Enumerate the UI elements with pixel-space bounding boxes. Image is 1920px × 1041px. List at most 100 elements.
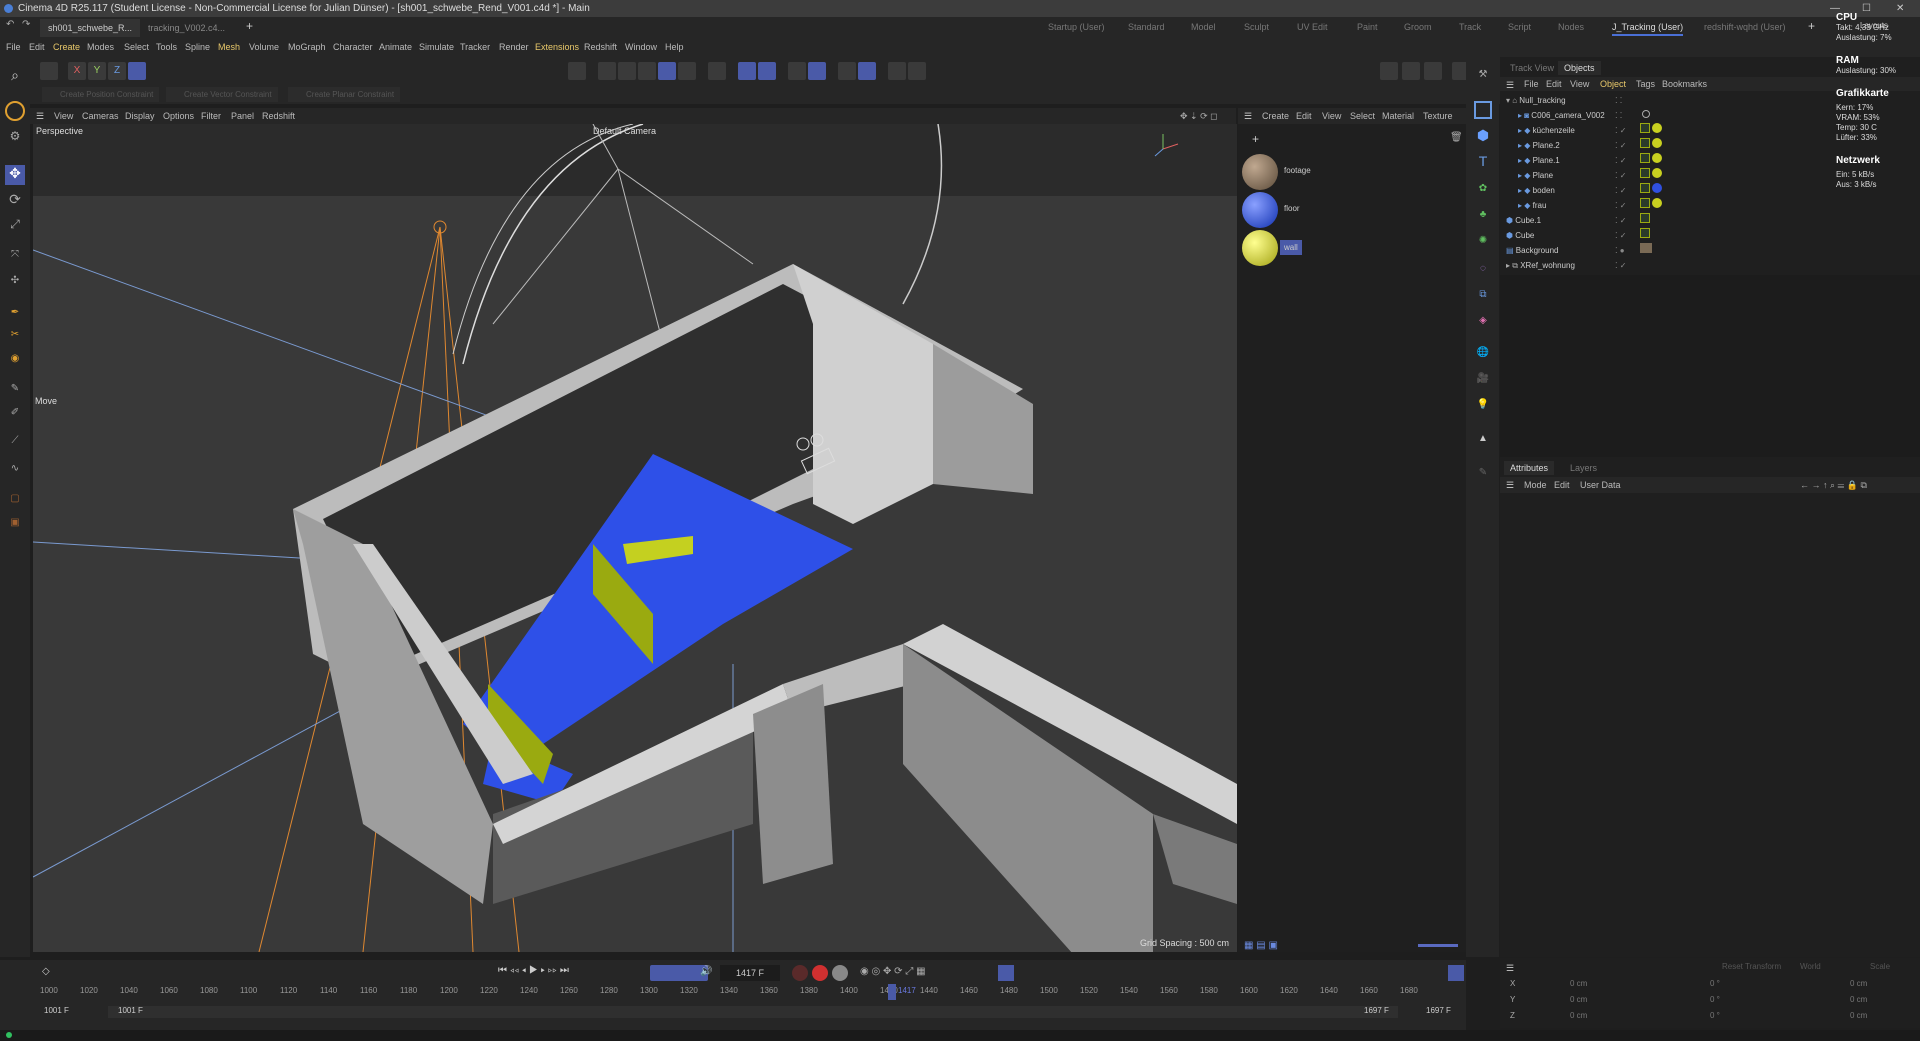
layout-sculpt[interactable]: Sculpt	[1244, 20, 1269, 34]
camera-icon[interactable]: 🎥	[1474, 373, 1492, 391]
solo-icon[interactable]	[838, 62, 856, 80]
vp-menu-view[interactable]: View	[54, 110, 73, 122]
obj-menu-file[interactable]: File	[1524, 78, 1539, 90]
menu-simulate[interactable]: Simulate	[419, 40, 454, 54]
snap-icon[interactable]	[738, 62, 756, 80]
goto-end-icon[interactable]: ⏭	[560, 965, 569, 976]
material-tag-icon[interactable]	[1652, 183, 1662, 193]
scale-field[interactable]: 0 cm	[1850, 976, 1867, 992]
menu-select[interactable]: Select	[124, 40, 149, 54]
tab-attributes[interactable]: Attributes	[1504, 461, 1555, 475]
brush-icon[interactable]: ✎	[5, 383, 25, 403]
render-settings-icon[interactable]	[1424, 62, 1442, 80]
render-icon[interactable]	[1402, 62, 1420, 80]
mat-menu-material[interactable]: Material	[1382, 110, 1414, 122]
layout-uv-edit[interactable]: UV Edit	[1297, 20, 1328, 34]
scale-icon[interactable]: ⤢	[5, 217, 25, 237]
solo-hierarchy-icon[interactable]	[858, 62, 876, 80]
redshift-object-icon[interactable]: ▲	[1474, 433, 1492, 451]
loop-icon[interactable]: ∿	[5, 463, 25, 483]
material-tag-icon[interactable]	[1652, 198, 1662, 208]
key-modes-icons[interactable]: ◉ ◎ ✥ ⟳ ⤢ ▦	[860, 966, 926, 977]
create-planar-constraint-button[interactable]: Create Planar Constraint	[288, 87, 401, 102]
position-field[interactable]: 0 cm	[1570, 992, 1587, 1008]
texture-mode-icon[interactable]	[678, 62, 696, 80]
prev-frame-icon[interactable]: ◂	[522, 965, 527, 976]
attr-menu-user-data[interactable]: User Data	[1580, 479, 1621, 491]
viewport-camera[interactable]: Default Camera	[593, 126, 656, 136]
edges-mode-icon[interactable]	[618, 62, 636, 80]
tree-row[interactable]: ⬢ Cube.1	[1500, 213, 1920, 228]
viewport-hamburger-icon[interactable]: ☰	[36, 110, 44, 122]
add-layout-icon[interactable]: +	[1808, 19, 1815, 33]
grid-icon[interactable]	[788, 62, 806, 80]
coords-hamburger-icon[interactable]: ☰	[1506, 962, 1514, 974]
menu-volume[interactable]: Volume	[249, 40, 279, 54]
material-floor[interactable]: floor	[1238, 192, 1300, 228]
tree-row[interactable]: ▤ Background	[1500, 243, 1920, 258]
trash-icon[interactable]: 🗑	[1450, 132, 1463, 143]
edit-icon[interactable]: ✎	[1474, 467, 1492, 485]
layout-standard[interactable]: Standard	[1128, 20, 1165, 34]
menu-mograph[interactable]: MoGraph	[288, 40, 326, 54]
coordinate-icon[interactable]	[40, 62, 58, 80]
layout-startup[interactable]: Startup (User)	[1048, 20, 1105, 34]
material-tag-icon[interactable]	[1652, 123, 1662, 133]
objects-hamburger-icon[interactable]: ☰	[1506, 79, 1514, 91]
light-icon[interactable]: 💡	[1474, 399, 1492, 417]
footage-tag-icon[interactable]	[1640, 243, 1652, 253]
playhead[interactable]	[888, 984, 896, 1000]
menu-character[interactable]: Character	[333, 40, 373, 54]
visibility-column[interactable]: ⁚ ⁚ ⁚ ⁚ ⁚ ✓ ⁚ ✓ ⁚ ✓ ⁚ ✓ ⁚ ✓ ⁚ ✓ ⁚ ✓ ⁚ ✓ ⁚ ● ⁚ ✓	[1615, 93, 1639, 273]
layer-icon[interactable]: ▣	[5, 517, 25, 537]
layout-track[interactable]: Track	[1459, 20, 1481, 34]
tab-layers[interactable]: Layers	[1564, 461, 1603, 475]
selection-icon[interactable]	[5, 101, 25, 121]
rotation-field[interactable]: 0 °	[1710, 1008, 1720, 1024]
polygons-mode-icon[interactable]	[638, 62, 656, 80]
obj-menu-view[interactable]: View	[1570, 78, 1589, 90]
tree-row[interactable]: ⬢ Cube	[1500, 228, 1920, 243]
texture-tag-icon[interactable]	[1640, 168, 1650, 178]
create-vector-constraint-button[interactable]: Create Vector Constraint	[166, 87, 278, 102]
dope-sheet-icon[interactable]	[998, 965, 1014, 981]
position-field[interactable]: 0 cm	[1570, 1008, 1587, 1024]
redo-icon[interactable]: ↷	[22, 19, 30, 30]
mat-menu-texture[interactable]: Texture	[1423, 110, 1453, 122]
settings-icon[interactable]: ⚙	[5, 129, 25, 149]
layout-groom[interactable]: Groom	[1404, 20, 1432, 34]
cube-icon[interactable]	[1474, 101, 1492, 119]
protection-tag-icon[interactable]	[1642, 110, 1650, 118]
menu-render[interactable]: Render	[499, 40, 529, 54]
scale-field[interactable]: 0 cm	[1850, 992, 1867, 1008]
menu-spline[interactable]: Spline	[185, 40, 210, 54]
zoom-slider[interactable]	[1418, 944, 1458, 947]
3d-viewport[interactable]: Perspective Default Camera Move Grid Spa…	[33, 124, 1237, 952]
spline-icon[interactable]: ◌	[1474, 263, 1492, 281]
texture-tag-icon[interactable]	[1640, 198, 1650, 208]
hair-icon[interactable]: ◈	[1474, 315, 1492, 333]
material-wall[interactable]: wall	[1238, 230, 1302, 266]
obj-menu-object[interactable]: Object	[1600, 78, 1626, 90]
tag-column[interactable]	[1640, 93, 1680, 273]
attr-menu-edit[interactable]: Edit	[1554, 479, 1570, 491]
mat-menu-edit[interactable]: Edit	[1296, 110, 1312, 122]
objects-empty-area[interactable]	[1500, 275, 1920, 461]
menu-tracker[interactable]: Tracker	[460, 40, 490, 54]
prev-key-icon[interactable]: ◃◃	[510, 965, 519, 976]
layout-model[interactable]: Model	[1191, 20, 1216, 34]
vp-menu-display[interactable]: Display	[125, 110, 155, 122]
texture-tag-icon[interactable]	[1640, 123, 1650, 133]
redshift-icon[interactable]	[908, 62, 926, 80]
obj-menu-bookmarks[interactable]: Bookmarks	[1662, 78, 1707, 90]
menu-file[interactable]: File	[6, 40, 21, 54]
menu-help[interactable]: Help	[665, 40, 684, 54]
range-start-field[interactable]: 1001 F	[44, 1006, 69, 1015]
new-tab-icon[interactable]: +	[246, 19, 253, 33]
vp-menu-redshift[interactable]: Redshift	[262, 110, 295, 122]
tab-track-view[interactable]: Track View	[1504, 61, 1560, 75]
environment-icon[interactable]: 🌐	[1474, 347, 1492, 365]
attr-nav-icons[interactable]: ← → ↑ ⌕ ☰ 🔒 ⧉	[1800, 479, 1867, 491]
create-position-constraint-button[interactable]: Create Position Constraint	[42, 87, 160, 102]
deformer-icon[interactable]: ✺	[1474, 235, 1492, 253]
